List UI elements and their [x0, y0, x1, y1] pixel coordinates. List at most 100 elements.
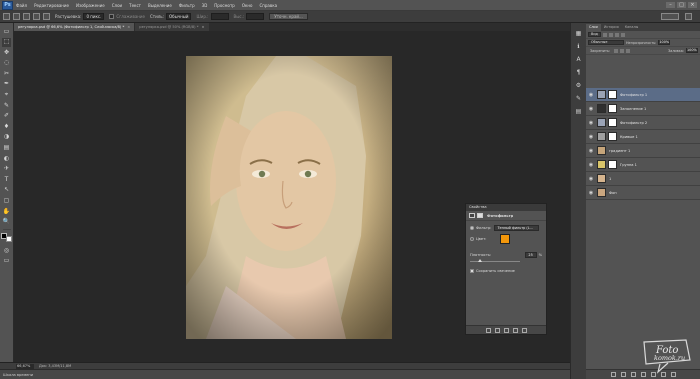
layer-row[interactable]: ◉ Кривые 1 [586, 130, 700, 144]
rect-marquee-tool-icon[interactable]: ⬚ [2, 37, 11, 47]
tab-history[interactable]: История [601, 24, 622, 31]
layer-thumbnail[interactable] [597, 146, 606, 155]
height-field[interactable] [246, 13, 265, 20]
tool-presets-icon[interactable]: ⚙ [574, 81, 583, 90]
shape-filter-icon[interactable] [620, 32, 625, 37]
layer-name[interactable]: Фотофильтр 2 [620, 121, 647, 125]
layer-mask-thumbnail[interactable] [608, 104, 617, 113]
link-layers-icon[interactable] [610, 372, 616, 377]
add-selection-icon[interactable] [23, 13, 30, 20]
fill-field[interactable]: 100% [686, 48, 698, 53]
close-tab-icon[interactable]: × [127, 25, 130, 29]
layer-filter-select[interactable]: Вид [588, 32, 601, 37]
visibility-eye-icon[interactable]: ◉ [588, 148, 594, 154]
brush-panel-icon[interactable]: ✎ [574, 94, 583, 103]
menu-3d[interactable]: 3D [202, 3, 208, 8]
intersect-selection-icon[interactable] [43, 13, 50, 20]
menu-type[interactable]: Текст [129, 3, 141, 8]
menu-file[interactable]: Файл [16, 3, 27, 8]
close-tab-icon[interactable]: × [202, 25, 205, 29]
menu-help[interactable]: Справка [259, 3, 277, 8]
zoom-tool-icon[interactable]: 🔍 [2, 218, 11, 227]
layer-thumbnail[interactable] [597, 174, 606, 183]
character-icon[interactable]: A [574, 55, 583, 64]
layer-row[interactable]: ◉ Группа 1 [586, 158, 700, 172]
eyedropper-tool-icon[interactable]: ✒ [2, 80, 11, 89]
zoom-field[interactable]: 66,67% [16, 363, 34, 369]
visibility-eye-icon[interactable]: ◉ [588, 162, 594, 168]
color-swatches[interactable] [1, 233, 12, 243]
visibility-eye-icon[interactable]: ◉ [588, 190, 594, 196]
minimize-icon[interactable]: – [666, 2, 675, 8]
lock-all-icon[interactable] [626, 48, 631, 53]
document-info[interactable]: Док: 3,43М/11,8М [39, 364, 71, 368]
visibility-icon[interactable] [512, 327, 518, 333]
filter-select[interactable]: Теплый фильтр (L... [494, 225, 540, 231]
gradient-tool-icon[interactable]: ▤ [2, 144, 11, 153]
preserve-luminosity-checkbox[interactable] [470, 269, 474, 273]
properties-title[interactable]: Свойства [466, 204, 546, 211]
layer-mask-thumbnail[interactable] [608, 90, 617, 99]
quick-select-tool-icon[interactable]: ◌ [2, 59, 11, 68]
layer-name[interactable]: 1 [609, 177, 611, 181]
layer-mask-thumbnail[interactable] [608, 160, 617, 169]
refine-edge-button[interactable]: Уточн. край... [269, 13, 308, 20]
style-select[interactable]: Обычный [165, 13, 192, 20]
screen-mode-icon[interactable]: ▭ [2, 257, 11, 266]
layer-name[interactable]: Группа 1 [620, 163, 637, 167]
layer-thumbnail[interactable] [597, 90, 606, 99]
close-icon[interactable]: × [688, 2, 697, 8]
menu-view[interactable]: Просмотр [214, 3, 235, 8]
subtract-selection-icon[interactable] [33, 13, 40, 20]
layer-row[interactable]: ◉ Заполнение 1 [586, 102, 700, 116]
density-slider-handle[interactable] [478, 259, 482, 262]
antialias-checkbox[interactable] [109, 14, 115, 19]
menu-filter[interactable]: Фильтр [179, 3, 195, 8]
shape-tool-icon[interactable]: ▢ [2, 197, 11, 206]
tab-layers[interactable]: Слои [586, 24, 601, 31]
visibility-eye-icon[interactable]: ◉ [588, 134, 594, 140]
color-swatch[interactable] [500, 234, 511, 244]
layer-thumbnail[interactable] [597, 188, 606, 197]
visibility-eye-icon[interactable]: ◉ [588, 92, 594, 98]
filter-radio[interactable] [470, 226, 474, 230]
layer-name[interactable]: Фотофильтр 1 [620, 93, 647, 97]
clip-to-layer-icon[interactable] [485, 327, 491, 333]
layer-thumbnail[interactable] [597, 160, 606, 169]
view-previous-icon[interactable] [494, 327, 500, 333]
quick-mask-icon[interactable]: ◎ [2, 246, 11, 255]
healing-tool-icon[interactable]: ⌖ [2, 91, 11, 100]
reset-icon[interactable] [503, 327, 509, 333]
layer-comps-icon[interactable]: ▤ [574, 107, 583, 116]
path-select-tool-icon[interactable]: ↖ [2, 186, 11, 195]
menu-layers[interactable]: Слои [112, 3, 122, 8]
layer-style-icon[interactable] [620, 372, 626, 377]
pen-tool-icon[interactable]: ✈ [2, 165, 11, 174]
layer-thumbnail[interactable] [597, 132, 606, 141]
layer-name[interactable]: Фон [609, 191, 617, 195]
layer-name[interactable]: Заполнение 1 [620, 107, 646, 111]
workspace-select[interactable] [661, 13, 679, 20]
type-tool-icon[interactable]: T [2, 175, 11, 184]
lasso-tool-icon[interactable]: ✥ [2, 48, 11, 57]
layer-mask-thumbnail[interactable] [608, 132, 617, 141]
lock-position-icon[interactable] [620, 48, 625, 53]
menu-image[interactable]: Изображение [76, 3, 105, 8]
add-mask-icon[interactable] [630, 372, 636, 377]
tab-document-2[interactable]: регулярка.psd @ 50% (RGB/8) * × [135, 23, 209, 31]
maximize-icon[interactable]: □ [677, 2, 686, 8]
layer-row[interactable]: ◉ Фотофильтр 1 [586, 88, 700, 102]
layer-name[interactable]: Кривые 1 [620, 135, 638, 139]
layer-thumbnail[interactable] [597, 104, 606, 113]
layer-mask-thumbnail[interactable] [608, 118, 617, 127]
color-radio[interactable] [470, 237, 474, 241]
visibility-eye-icon[interactable]: ◉ [588, 120, 594, 126]
info-icon[interactable]: ℹ [574, 42, 583, 51]
new-selection-icon[interactable] [13, 13, 20, 20]
move-tool-icon[interactable]: ▭ [2, 27, 11, 36]
paragraph-icon[interactable]: ¶ [574, 68, 583, 77]
eraser-tool-icon[interactable]: ◑ [2, 133, 11, 142]
density-field[interactable]: 25 [524, 252, 537, 258]
background-color-swatch[interactable] [6, 236, 12, 243]
hand-tool-icon[interactable]: ✋ [2, 207, 11, 216]
